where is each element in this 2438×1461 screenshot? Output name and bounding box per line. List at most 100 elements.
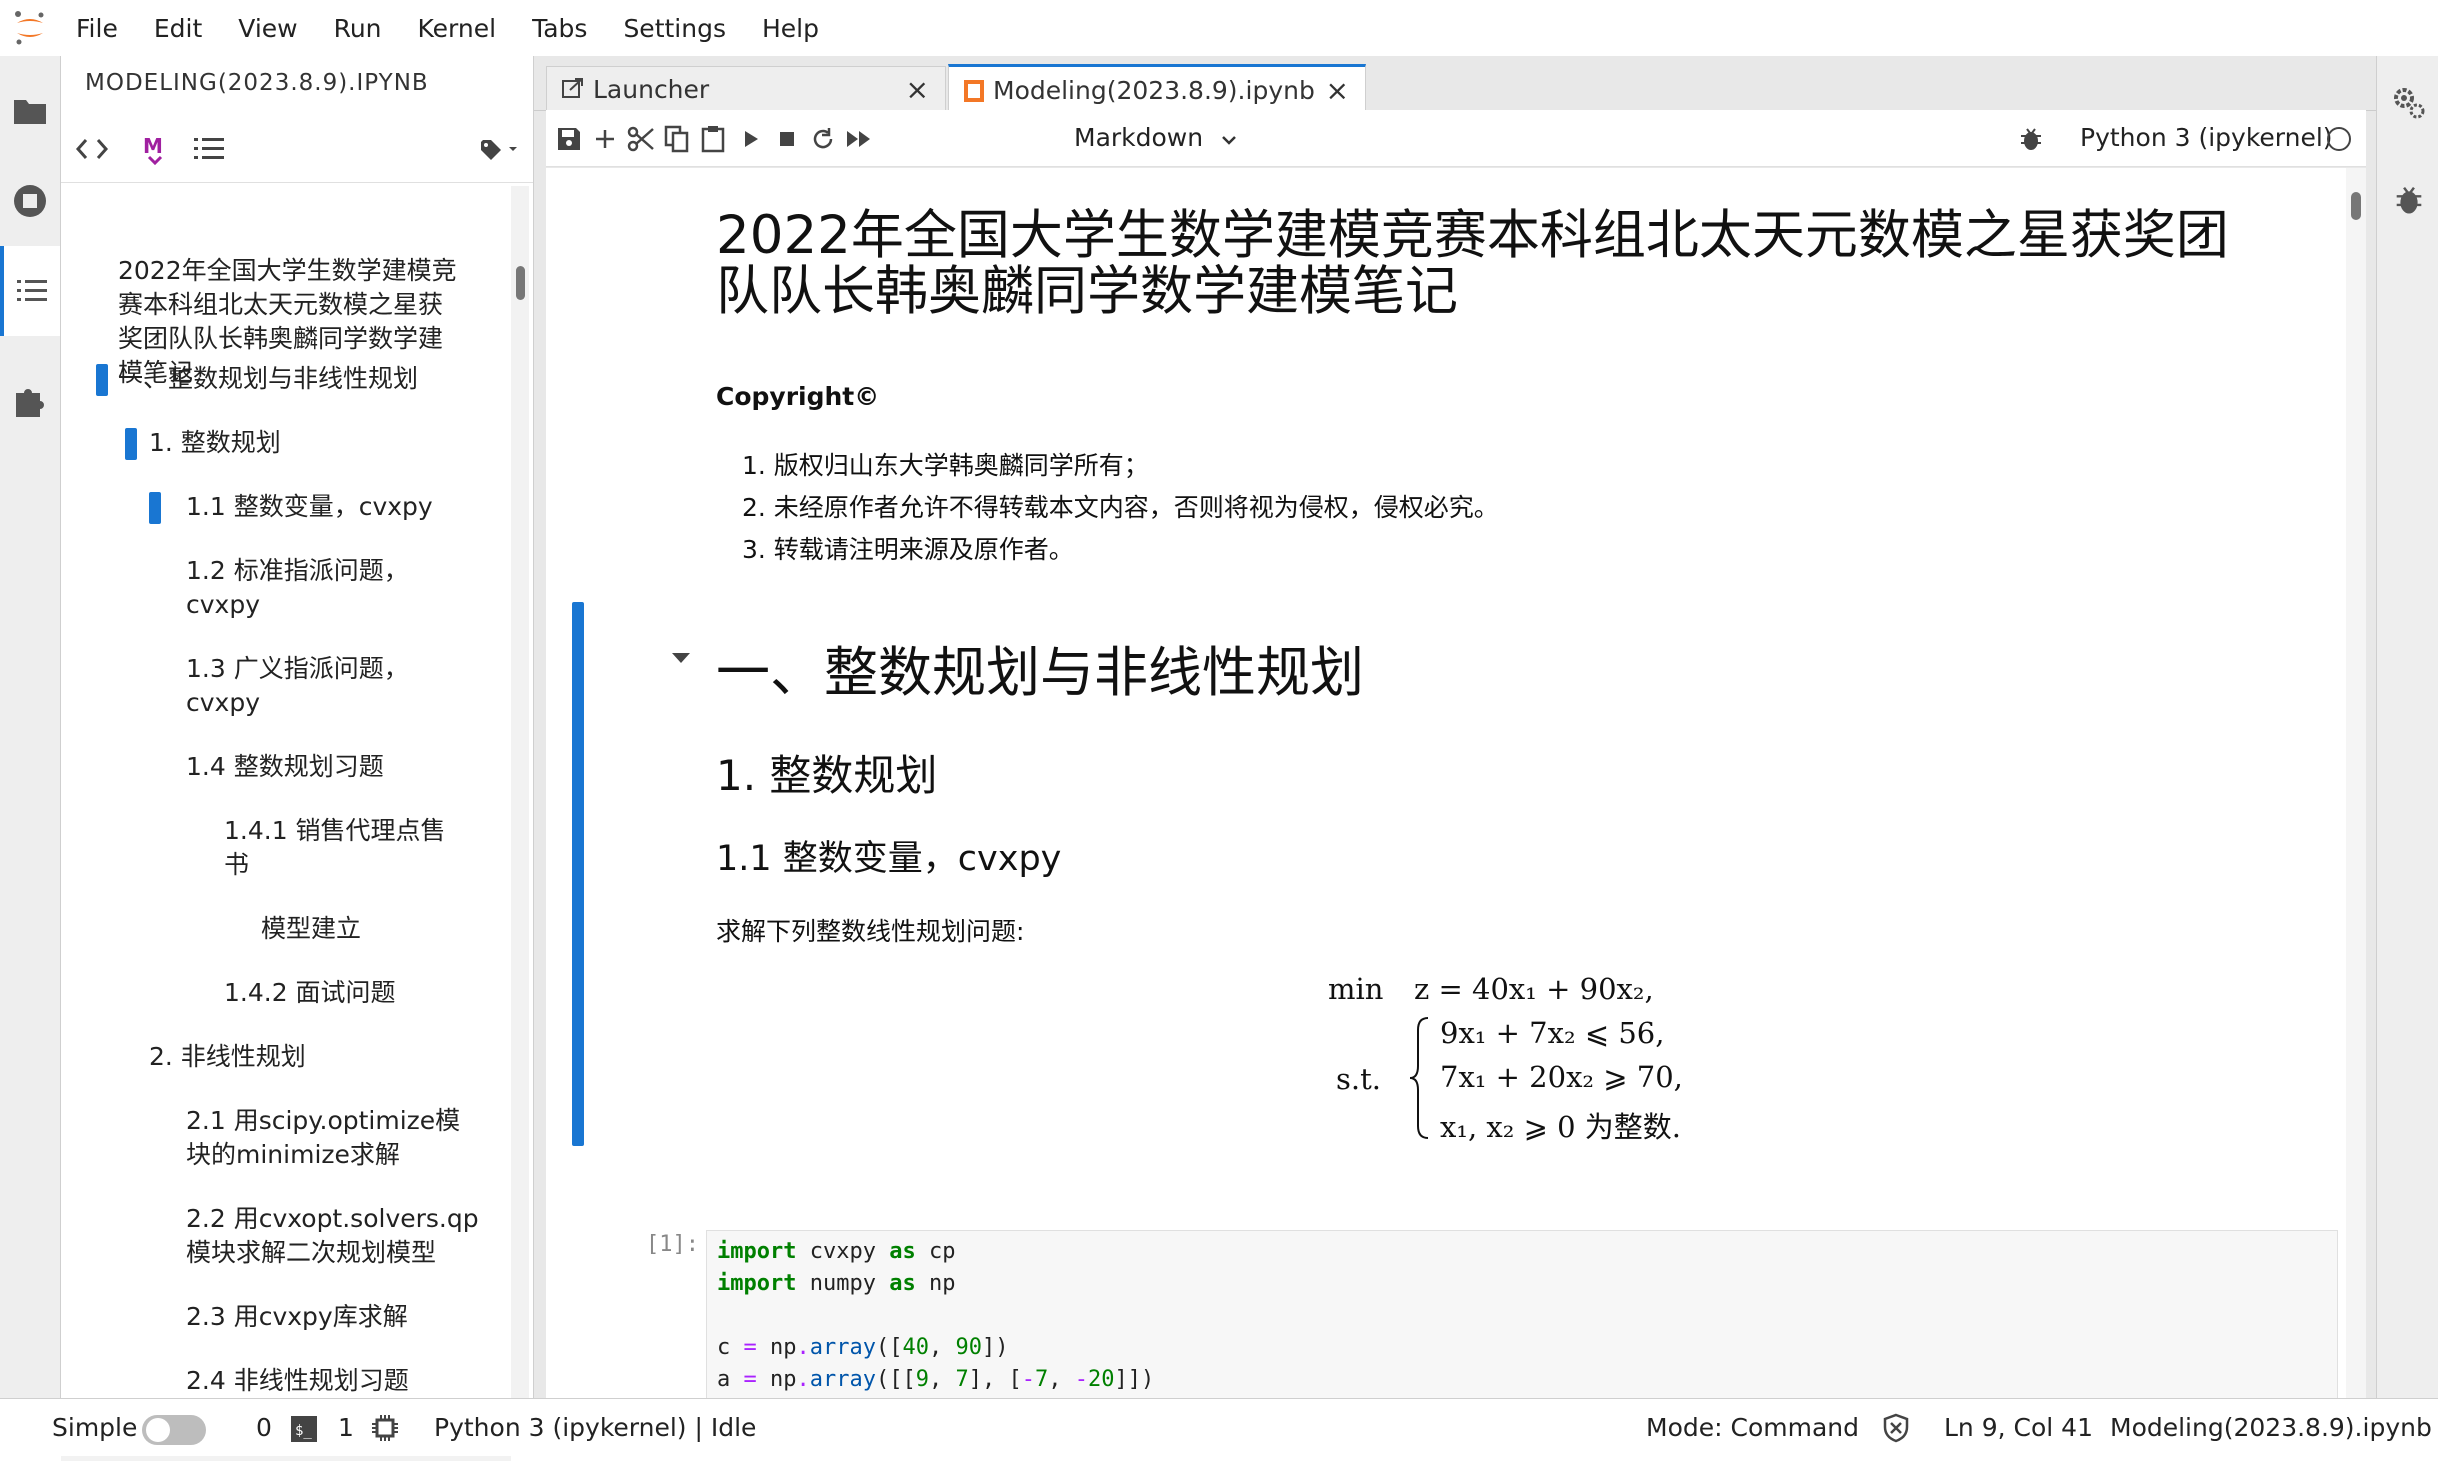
toc-entry-section-2[interactable]: 2. 非线性规划 xyxy=(149,1040,306,1074)
kernel-status-text[interactable]: Python 3 (ipykernel) | Idle xyxy=(434,1413,756,1442)
toc-entry-label: 1.4.2 面试问题 xyxy=(224,978,396,1007)
restart-run-all-button[interactable] xyxy=(844,124,874,154)
copy-button[interactable] xyxy=(662,124,692,154)
menu-help[interactable]: Help xyxy=(762,14,819,43)
problem-text: 求解下列整数线性规划问题: xyxy=(716,917,1025,946)
notebook-scroll-thumb[interactable] xyxy=(2351,192,2361,220)
tab-bar: Launcher × Modeling(2023.8.9).ipynb × xyxy=(534,56,2376,114)
kernel-status-icon xyxy=(2324,124,2354,154)
close-icon[interactable]: × xyxy=(906,73,929,106)
toggle-code-cells-button[interactable] xyxy=(75,134,109,164)
debugger-panel-button[interactable] xyxy=(2394,184,2424,220)
toc-scroll-thumb[interactable] xyxy=(516,266,525,300)
kernel-name-button[interactable]: Python 3 (ipykernel) xyxy=(2080,123,2333,152)
chevron-down-icon xyxy=(1221,123,1237,152)
status-bar: Simple 0 $_ 1 Python 3 (ipykernel) | Idl… xyxy=(0,1398,2438,1456)
toc-list-icon xyxy=(17,280,47,301)
file-browser-button[interactable] xyxy=(0,66,60,156)
notebook-title-line: 2022年全国大学生数学建模竞赛本科组北太天元数模之星获奖团 xyxy=(716,205,2229,266)
menu-settings[interactable]: Settings xyxy=(623,14,726,43)
close-icon[interactable]: × xyxy=(1326,74,1349,107)
tab-notebook[interactable]: Modeling(2023.8.9).ipynb × xyxy=(948,64,1366,114)
shield-icon[interactable] xyxy=(1882,1413,1910,1449)
cut-button[interactable] xyxy=(626,124,656,154)
terminal-icon: $_ xyxy=(290,1415,318,1449)
menu-kernel[interactable]: Kernel xyxy=(418,14,497,43)
copyright-text: Copyright© xyxy=(716,382,880,411)
toc-entry-label: 1.2 标准指派问题， xyxy=(186,556,409,585)
toc-title: MODELING(2023.8.9).IPYNB xyxy=(85,70,429,96)
cell-type-select[interactable]: Markdown xyxy=(1074,123,1237,152)
insert-cell-button[interactable] xyxy=(590,124,620,154)
simple-mode-label: Simple xyxy=(52,1413,138,1442)
math-min-label: min xyxy=(1328,972,1384,1006)
toc-entry-label: cvxpy xyxy=(186,688,260,717)
property-inspector-button[interactable] xyxy=(2392,86,2426,124)
right-sidebar xyxy=(2376,56,2438,1398)
active-cell-marker[interactable] xyxy=(572,602,584,1146)
notebook-icon xyxy=(964,79,984,102)
notebook-toolbar: Markdown Python 3 (ipykernel) xyxy=(546,110,2366,167)
heading-section-1-1: 1.1 整数变量，cvxpy xyxy=(716,839,1062,879)
simple-mode-toggle[interactable] xyxy=(142,1415,206,1445)
cursor-position[interactable]: Ln 9, Col 41 xyxy=(1944,1413,2093,1442)
toc-entry-section-2-1[interactable]: 2.1 用scipy.optimize模 块的minimize求解 xyxy=(186,1104,460,1172)
menu-tabs[interactable]: Tabs xyxy=(532,14,587,43)
toc-entry-model[interactable]: 模型建立 xyxy=(261,912,361,946)
table-of-contents-panel: MODELING(2023.8.9).IPYNB M 2022年全国大学生数学建… xyxy=(61,56,534,1461)
toc-entry-section-1-1[interactable]: 1.1 整数变量，cvxpy xyxy=(149,490,433,524)
notebook-title-line: 队队长韩奥麟同学数学建模笔记 xyxy=(716,261,1458,322)
toc-entry-section-2-3[interactable]: 2.3 用cvxpy库求解 xyxy=(186,1300,408,1334)
toc-vertical-scrollbar[interactable] xyxy=(511,186,529,1436)
toc-active-marker xyxy=(125,428,137,460)
table-of-contents-button[interactable] xyxy=(0,246,60,336)
debugger-button[interactable] xyxy=(2016,124,2046,154)
toc-entry-section-2-4[interactable]: 2.4 非线性规划习题 xyxy=(186,1364,409,1398)
paste-button[interactable] xyxy=(698,124,728,154)
menu-view[interactable]: View xyxy=(238,14,297,43)
math-constraint-1: 9x₁ + 7x₂ ⩽ 56, xyxy=(1440,1016,1665,1050)
extension-manager-button[interactable] xyxy=(0,356,60,446)
bug-icon xyxy=(2396,186,2422,214)
collapse-heading-icon[interactable] xyxy=(670,650,692,669)
interrupt-button[interactable] xyxy=(772,124,802,154)
toc-entry-section-1-3[interactable]: 1.3 广义指派问题， cvxpy xyxy=(186,652,409,720)
toc-entry-label: 2. 非线性规划 xyxy=(149,1042,306,1071)
run-button[interactable] xyxy=(736,124,766,154)
toc-entry-section-1-4-2[interactable]: 1.4.2 面试问题 xyxy=(224,976,396,1010)
gears-icon xyxy=(2394,88,2425,119)
notebook-scrollbar[interactable] xyxy=(2346,168,2366,1398)
save-button[interactable] xyxy=(554,124,584,154)
main-area: Launcher × Modeling(2023.8.9).ipynb × Ma… xyxy=(534,56,2376,1398)
toc-active-marker xyxy=(149,492,161,524)
restart-button[interactable] xyxy=(808,124,838,154)
kernel-count[interactable]: 1 xyxy=(338,1413,354,1442)
menu-file[interactable]: File xyxy=(76,14,118,43)
toggle-markdown-button[interactable]: M xyxy=(141,134,169,165)
toc-entry-section-1-4[interactable]: 1.4 整数规划习题 xyxy=(186,750,384,784)
toc-entry-label: 1.3 广义指派问题， xyxy=(186,654,409,683)
code-cell-editor[interactable]: import cvxpy as cp import numpy as np c … xyxy=(706,1230,2338,1398)
toc-entry-section-1-4-1[interactable]: 1.4.1 销售代理点售 书 xyxy=(224,814,446,882)
notebook-title: 2022年全国大学生数学建模竞赛本科组北太天元数模之星获奖团 队队长韩奥麟同学数… xyxy=(716,208,2229,320)
tab-label: Launcher xyxy=(593,74,710,104)
markdown-icon: M xyxy=(143,134,163,165)
menu-run[interactable]: Run xyxy=(334,14,382,43)
toc-entry-title-line: 2022年全国大学生数学建模竞 xyxy=(118,256,457,285)
toggle-numbering-button[interactable] xyxy=(193,134,225,164)
toc-entry-section-1-2[interactable]: 1.2 标准指派问题， cvxpy xyxy=(186,554,409,622)
filter-by-tag-button[interactable] xyxy=(479,134,519,164)
heading-section-1: 1. 整数规划 xyxy=(716,751,938,800)
running-sessions-button[interactable] xyxy=(0,156,60,246)
toc-entry-label: 1.1 整数变量，cvxpy xyxy=(186,492,433,521)
toc-entry-section-1[interactable]: 1. 整数规划 xyxy=(125,426,281,460)
tab-launcher[interactable]: Launcher × xyxy=(546,66,946,111)
toc-entry-section-2-2[interactable]: 2.2 用cvxopt.solvers.qp 模块求解二次规划模型 xyxy=(186,1202,479,1270)
scissors-icon xyxy=(627,126,654,152)
menu-bar: File Edit View Run Kernel Tabs Settings … xyxy=(0,0,2438,57)
math-objective: z = 40x₁ + 90x₂, xyxy=(1414,972,1654,1006)
toc-entry-chapter-1[interactable]: 一、整数规划与非线性规划 xyxy=(96,362,418,396)
menu-edit[interactable]: Edit xyxy=(154,14,202,43)
toc-entry-label: 1.4 整数规划习题 xyxy=(186,752,384,781)
terminal-count[interactable]: 0 xyxy=(256,1413,272,1442)
